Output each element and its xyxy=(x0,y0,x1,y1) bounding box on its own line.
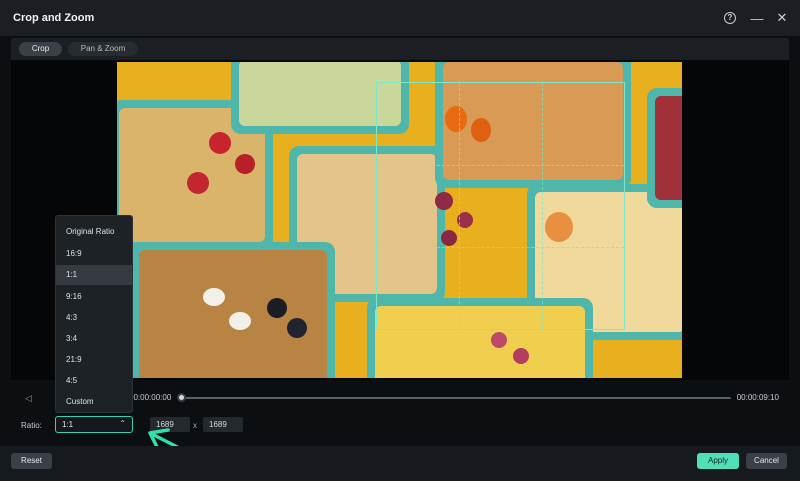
ratio-option-9-16[interactable]: 9:16 xyxy=(56,287,132,307)
ratio-row: Ratio: 1:1 ⌃ 1689 x 1689 xyxy=(0,412,800,442)
timeline-track[interactable] xyxy=(181,397,731,399)
chevron-up-icon: ⌃ xyxy=(119,419,126,428)
tab-bar: Crop Pan & Zoom xyxy=(11,38,789,60)
ratio-options-menu: Original Ratio 16:9 1:1 9:16 4:3 3:4 21:… xyxy=(55,215,133,413)
tab-crop[interactable]: Crop xyxy=(19,42,62,56)
ratio-option-21-9[interactable]: 21:9 xyxy=(56,350,132,370)
ratio-option-1-1[interactable]: 1:1 xyxy=(56,265,132,285)
title-bar: Crop and Zoom ? — ✕ xyxy=(0,0,800,36)
ratio-option-original[interactable]: Original Ratio xyxy=(56,222,132,242)
reset-button[interactable]: Reset xyxy=(11,453,52,469)
minimize-icon[interactable]: — xyxy=(748,9,766,27)
video-frame-image xyxy=(117,62,682,378)
help-icon[interactable]: ? xyxy=(721,9,739,27)
window-title: Crop and Zoom xyxy=(13,12,95,24)
ratio-option-3-4[interactable]: 3:4 xyxy=(56,329,132,349)
cancel-button[interactable]: Cancel xyxy=(746,453,787,469)
dialog-footer: Reset Apply Cancel xyxy=(0,446,800,481)
apply-button[interactable]: Apply xyxy=(697,453,739,469)
crop-frame[interactable] xyxy=(376,82,625,330)
playhead-handle[interactable] xyxy=(177,393,186,402)
ratio-option-custom[interactable]: Custom xyxy=(56,392,132,412)
ratio-selected-value: 1:1 xyxy=(62,420,74,429)
ratio-option-16-9[interactable]: 16:9 xyxy=(56,244,132,264)
ratio-option-4-5[interactable]: 4:5 xyxy=(56,371,132,391)
ratio-label: Ratio: xyxy=(21,421,42,430)
close-icon[interactable]: ✕ xyxy=(773,9,791,27)
previous-frame-icon[interactable]: ◁ xyxy=(25,393,32,404)
current-time: 00:00:00:00 xyxy=(129,393,172,402)
total-duration: 00:00:09:10 xyxy=(736,393,779,402)
ratio-dropdown[interactable]: 1:1 ⌃ xyxy=(55,416,133,433)
ratio-option-4-3[interactable]: 4:3 xyxy=(56,308,132,328)
tab-pan-zoom[interactable]: Pan & Zoom xyxy=(68,42,138,56)
